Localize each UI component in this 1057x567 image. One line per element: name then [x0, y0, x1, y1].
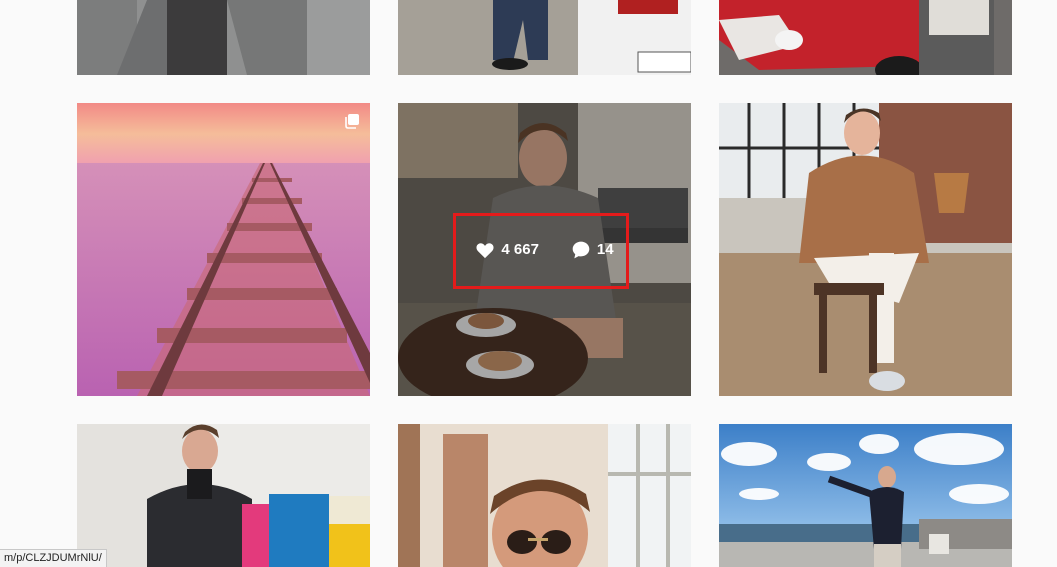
carousel-icon [345, 114, 359, 129]
post-thumbnail[interactable] [77, 0, 370, 75]
status-bar-url: m/p/CLZJDUMrNlU/ [0, 549, 107, 567]
post-image [398, 0, 691, 75]
post-thumbnail[interactable] [398, 0, 691, 75]
post-image [77, 0, 370, 75]
post-image [719, 0, 1012, 75]
heart-icon [476, 242, 494, 258]
post-hover-overlay: 4 667 14 [398, 103, 691, 396]
post-thumbnail[interactable] [77, 103, 370, 396]
post-thumbnail-hovered[interactable]: 4 667 14 [398, 103, 691, 396]
likes-count: 4 667 [501, 241, 539, 258]
post-image [77, 103, 370, 396]
comments-count: 14 [596, 241, 614, 258]
post-thumbnail[interactable] [398, 424, 691, 567]
post-image [77, 424, 370, 567]
post-image [719, 424, 1012, 567]
comments-stat: 14 [571, 240, 614, 260]
post-image [398, 424, 691, 567]
likes-stat: 4 667 [475, 241, 539, 259]
post-thumbnail[interactable] [719, 103, 1012, 396]
post-thumbnail[interactable] [719, 0, 1012, 75]
comment-bubble-icon [572, 241, 590, 258]
post-thumbnail[interactable] [77, 424, 370, 567]
post-thumbnail[interactable] [719, 424, 1012, 567]
post-image [719, 103, 1012, 396]
